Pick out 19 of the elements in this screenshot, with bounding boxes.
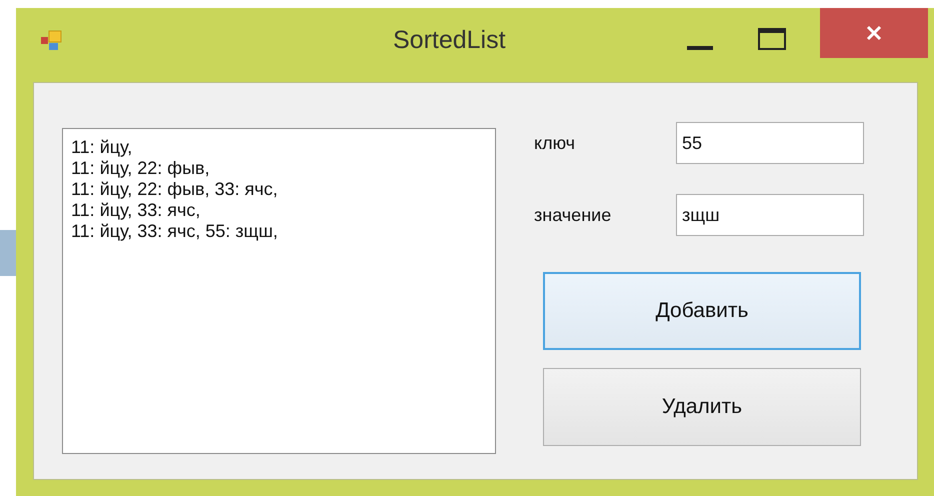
action-button[interactable]: Добавить (543, 272, 861, 350)
list-item[interactable]: 11: йцу, 22: фыв, (71, 158, 210, 179)
close-button[interactable] (820, 8, 928, 58)
action-button[interactable]: Удалить (543, 368, 861, 446)
background-window-edge (0, 230, 16, 276)
field-label: значение (534, 204, 612, 226)
maximize-icon[interactable] (758, 28, 786, 50)
minimize-icon[interactable] (687, 46, 713, 50)
input-field[interactable]: зщш (676, 194, 864, 236)
list-item[interactable]: 11: йцу, 22: фыв, 33: ячс, (71, 179, 278, 200)
list-box[interactable]: 11: йцу, 11: йцу, 22: фыв, 11: йцу, 22: фыв, 33: ячс, 11: йцу, 33: ячс, 11: йцу, 33: ячс, 55: зщш, (62, 128, 496, 454)
close-icon (866, 25, 882, 41)
list-item[interactable]: 11: йцу, 33: ячс, (71, 200, 200, 221)
input-field[interactable]: 55 (676, 122, 864, 164)
field-label: ключ (534, 132, 576, 154)
window-title: SortedList (393, 26, 506, 55)
app-icon (40, 30, 62, 52)
list-item[interactable]: 11: йцу, (71, 137, 132, 158)
list-item[interactable]: 11: йцу, 33: ячс, 55: зщш, (71, 221, 278, 242)
